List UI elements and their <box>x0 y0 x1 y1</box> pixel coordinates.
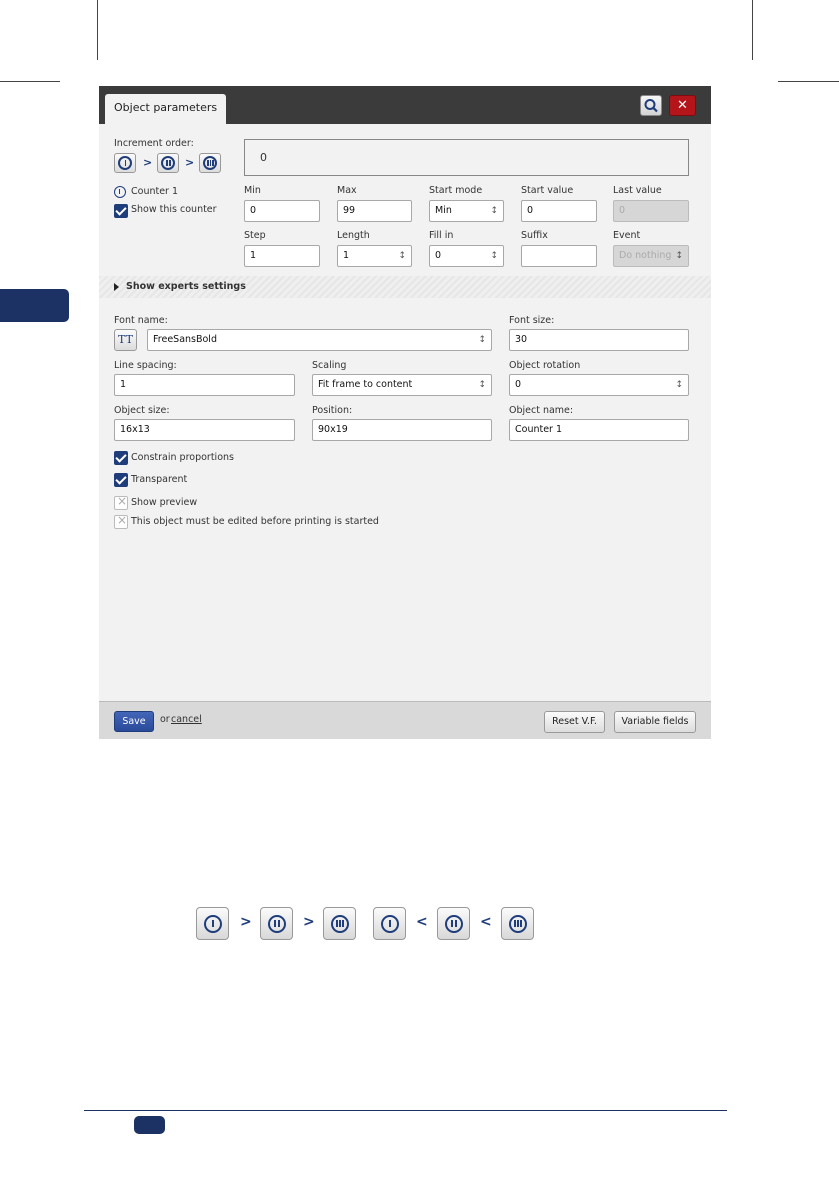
position-input[interactable]: 90x19 <box>312 419 492 441</box>
line-spacing-input[interactable]: 1 <box>114 374 295 396</box>
suffix-label: Suffix <box>521 230 548 241</box>
big-counter-1-button <box>373 907 406 940</box>
min-label: Min <box>244 185 261 196</box>
edit-before-print-checkbox[interactable] <box>114 513 128 529</box>
object-name-input[interactable]: Counter 1 <box>509 419 689 441</box>
length-select[interactable]: 1 <box>337 245 412 267</box>
transparent-label: Transparent <box>131 474 188 485</box>
suffix-input[interactable] <box>521 245 597 267</box>
start-mode-label: Start mode <box>429 185 483 196</box>
big-counter-2-button <box>437 907 470 940</box>
zoom-button[interactable] <box>640 95 662 116</box>
text-style-icon: TT <box>118 333 133 346</box>
step-input[interactable]: 1 <box>244 245 320 267</box>
object-rotation-select[interactable]: 0 <box>509 374 689 396</box>
object-size-label: Object size: <box>114 405 170 416</box>
crop-mark <box>97 0 98 60</box>
object-parameters-dialog: Object parameters ✕ Increment order: > >… <box>99 86 711 739</box>
show-preview-label: Show preview <box>131 497 198 508</box>
experts-settings-label: Show experts settings <box>126 281 246 292</box>
counter-3-icon <box>203 156 217 170</box>
show-counter-checkbox[interactable] <box>114 204 128 218</box>
order-separator: > <box>185 156 195 169</box>
font-size-label: Font size: <box>509 315 555 326</box>
show-counter-label: Show this counter <box>131 204 217 215</box>
descending-separator: < <box>480 914 492 930</box>
fill-in-select[interactable]: 0 <box>429 245 504 267</box>
fill-in-label: Fill in <box>429 230 454 241</box>
min-input[interactable]: 0 <box>244 200 320 222</box>
start-value-label: Start value <box>521 185 574 196</box>
font-style-button[interactable]: TT <box>114 329 137 351</box>
dialog-footer: Save or cancel Reset V.F. Variable field… <box>99 701 711 739</box>
start-value-input[interactable]: 0 <box>521 200 597 222</box>
reset-vf-button[interactable]: Reset V.F. <box>544 711 605 733</box>
counter-1-icon <box>381 915 399 933</box>
dialog-title-bar: Object parameters ✕ <box>99 86 711 124</box>
font-name-label: Font name: <box>114 315 168 326</box>
counter-2-icon <box>268 915 286 933</box>
length-label: Length <box>337 230 370 241</box>
constrain-proportions-label: Constrain proportions <box>131 452 234 463</box>
chapter-side-tab <box>0 289 69 322</box>
or-text: or <box>160 714 170 725</box>
crop-mark <box>752 0 753 60</box>
counter-1-icon <box>118 156 132 170</box>
close-icon: ✕ <box>677 98 688 113</box>
experts-settings-toggle[interactable]: Show experts settings <box>99 276 711 298</box>
scaling-select[interactable]: Fit frame to content <box>312 374 492 396</box>
font-name-select[interactable]: FreeSansBold <box>147 329 492 351</box>
counter-1-icon <box>204 915 222 933</box>
start-mode-select[interactable]: Min <box>429 200 504 222</box>
footer-rule <box>84 1110 727 1111</box>
object-name-label: Object name: <box>509 405 574 416</box>
order-counter-1-button[interactable] <box>114 153 136 173</box>
crop-mark <box>778 81 839 82</box>
big-counter-3-button <box>501 907 534 940</box>
order-counter-3-button[interactable] <box>199 153 221 173</box>
event-select: Do nothing <box>613 245 689 267</box>
step-label: Step <box>244 230 266 241</box>
object-size-input[interactable]: 16x13 <box>114 419 295 441</box>
max-input[interactable]: 99 <box>337 200 412 222</box>
ascending-separator: > <box>240 914 252 930</box>
last-value-label: Last value <box>613 185 662 196</box>
counter-2-icon <box>445 915 463 933</box>
order-separator: > <box>143 156 153 169</box>
ascending-separator: > <box>303 914 315 930</box>
position-label: Position: <box>312 405 353 416</box>
increment-order-label: Increment order: <box>114 138 194 149</box>
scaling-label: Scaling <box>312 360 347 371</box>
line-spacing-label: Line spacing: <box>114 360 177 371</box>
variable-fields-button[interactable]: Variable fields <box>614 711 696 733</box>
show-preview-checkbox[interactable] <box>114 494 128 510</box>
edit-before-print-label: This object must be edited before printi… <box>131 516 379 527</box>
close-button[interactable]: ✕ <box>669 95 696 116</box>
big-counter-2-button <box>260 907 293 940</box>
save-button[interactable]: Save <box>114 711 154 732</box>
cancel-link[interactable]: cancel <box>171 714 202 725</box>
dialog-title-tab[interactable]: Object parameters <box>105 94 227 124</box>
magnifier-icon <box>644 99 658 113</box>
expand-triangle-icon <box>114 283 119 291</box>
font-size-input[interactable]: 30 <box>509 329 689 351</box>
counter-3-icon <box>331 915 349 933</box>
big-counter-1-button <box>196 907 229 940</box>
counter-preview: 0 <box>244 139 689 176</box>
big-counter-3-button <box>323 907 356 940</box>
last-value-input: 0 <box>613 200 689 222</box>
object-rotation-label: Object rotation <box>509 360 581 371</box>
crop-mark <box>0 81 60 82</box>
counter-2-icon <box>161 156 175 170</box>
event-label: Event <box>613 230 641 241</box>
transparent-checkbox[interactable] <box>114 473 128 487</box>
counter-3-icon <box>509 915 527 933</box>
constrain-proportions-checkbox[interactable] <box>114 451 128 465</box>
order-counter-2-button[interactable] <box>157 153 179 173</box>
counter-name-label: Counter 1 <box>131 186 179 197</box>
page-number-tab <box>134 1116 165 1134</box>
counter-1-icon <box>114 186 126 198</box>
descending-separator: < <box>416 914 428 930</box>
max-label: Max <box>337 185 357 196</box>
